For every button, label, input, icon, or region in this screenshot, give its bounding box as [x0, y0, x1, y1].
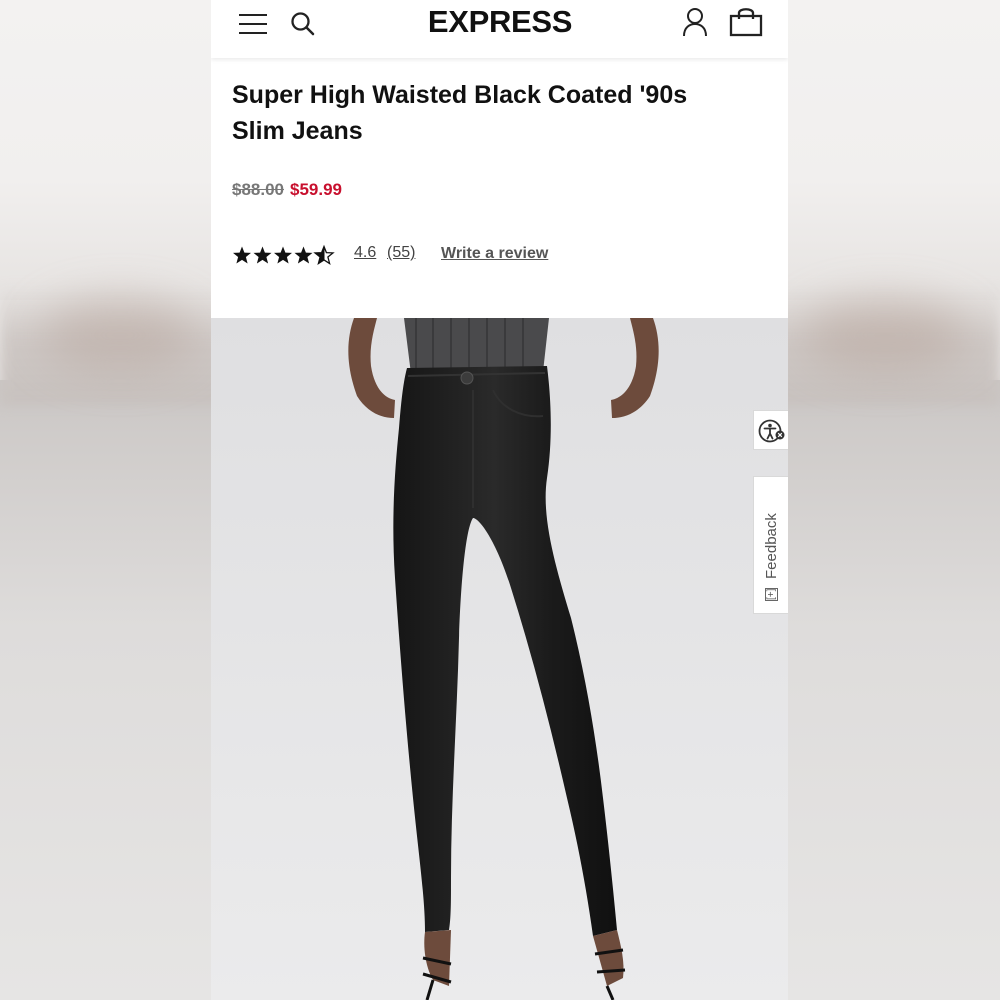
original-price: $88.00	[232, 180, 284, 199]
feedback-plus-icon: [+]	[764, 588, 778, 601]
shopping-bag-icon[interactable]	[729, 6, 763, 38]
rating-count-link[interactable]: (55)	[387, 244, 415, 262]
accessibility-button[interactable]	[753, 410, 788, 450]
account-icon[interactable]	[681, 6, 709, 38]
accessibility-icon	[758, 419, 785, 443]
model-photo	[211, 318, 788, 1000]
product-title: Super High Waisted Black Coated '90s Sli…	[232, 81, 688, 145]
site-header: EXPRESS	[211, 0, 788, 58]
product-image[interactable]	[211, 318, 788, 1000]
feedback-tab[interactable]: [+] Feedback	[753, 476, 788, 614]
sale-price: $59.99	[290, 180, 342, 199]
feedback-label: Feedback	[762, 513, 780, 579]
express-logo[interactable]: EXPRESS	[411, 4, 589, 40]
search-icon[interactable]	[289, 10, 317, 38]
product-page: EXPRESS Super High Waisted Black Coated …	[211, 0, 788, 1000]
hamburger-menu-icon[interactable]	[237, 10, 269, 38]
price-block: $88.00 $59.99	[232, 180, 342, 200]
write-review-link[interactable]: Write a review	[441, 245, 548, 263]
rating-value-link[interactable]: 4.6	[354, 244, 376, 262]
star-rating-icon	[233, 245, 334, 265]
